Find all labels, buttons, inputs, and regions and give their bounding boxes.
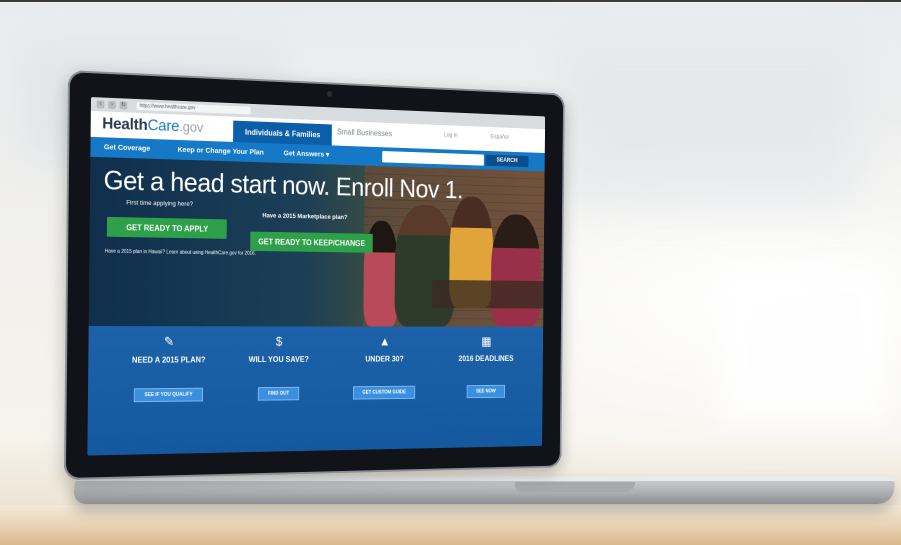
find-out-button[interactable]: FIND OUT — [257, 386, 300, 401]
table-surface — [0, 505, 901, 545]
nav-get-coverage[interactable]: Get Coverage — [104, 142, 150, 152]
card-will-you-save: $ WILL YOU SAVE? FIND OUT — [229, 332, 328, 401]
card-title: NEED A 2015 PLAN? — [131, 355, 206, 365]
laptop-base-lip — [75, 476, 896, 481]
login-link[interactable]: Log in — [444, 133, 458, 139]
dollar-icon: $ — [275, 334, 283, 349]
laptop-base-notch — [513, 482, 636, 492]
tab-small-businesses[interactable]: Small Businesses — [337, 128, 392, 139]
returning-question: Have a 2015 Marketplace plan? — [262, 212, 348, 222]
card-title: UNDER 30? — [365, 354, 404, 364]
espanol-link[interactable]: Español — [491, 134, 509, 140]
logo-health: Health — [102, 115, 148, 134]
feature-panel: ✎ NEED A 2015 PLAN? SEE IF YOU QUALIFY $… — [87, 326, 544, 456]
background-window — [560, 43, 860, 203]
nav-keep-change-plan[interactable]: Keep or Change Your Plan — [178, 145, 264, 157]
calendar-icon: ▦ — [481, 334, 492, 349]
pencil-icon: ✎ — [163, 334, 175, 349]
webcam — [326, 90, 333, 97]
see-now-button[interactable]: SEE NOW — [466, 384, 505, 399]
logo-care: Care — [147, 117, 180, 136]
reload-button[interactable]: ↻ — [119, 101, 128, 110]
first-time-question: First time applying here? — [126, 199, 194, 208]
get-ready-to-apply-button[interactable]: GET READY TO APPLY — [106, 216, 227, 239]
get-custom-guide-button[interactable]: GET CUSTOM GUIDE — [352, 385, 416, 400]
forward-button[interactable]: › — [108, 100, 116, 110]
nav-get-answers[interactable]: Get Answers ▾ — [284, 149, 330, 159]
laptop-screen: ‹ › ↻ https://www.healthcare.gov HealthC… — [87, 97, 546, 456]
logo-gov: .gov — [179, 118, 204, 136]
get-ready-to-keep-change-button[interactable]: GET READY TO KEEP/CHANGE — [250, 231, 373, 253]
card-need-plan: ✎ NEED A 2015 PLAN? SEE IF YOU QUALIFY — [117, 332, 221, 403]
laptop-base — [72, 476, 896, 504]
person-photo — [394, 204, 456, 327]
laptop-lid: ‹ › ↻ https://www.healthcare.gov HealthC… — [63, 70, 565, 481]
road-icon: ▲ — [379, 334, 391, 349]
hawaii-note-link[interactable]: Have a 2015 plan in Hawaii? Learn about … — [105, 249, 256, 257]
search-button[interactable]: SEARCH — [485, 154, 529, 168]
top-rule — [0, 0, 901, 2]
bench-photo — [432, 279, 544, 309]
search-input[interactable] — [382, 151, 484, 166]
card-deadlines: ▦ 2016 DEADLINES SEE NOW — [440, 332, 532, 399]
hero-banner: Get a head start now. Enroll Nov 1. Firs… — [88, 156, 545, 327]
card-title: WILL YOU SAVE? — [248, 355, 309, 365]
card-under-30: ▲ UNDER 30? GET CUSTOM GUIDE — [336, 332, 432, 400]
background-light — [720, 263, 890, 423]
person-photo — [490, 213, 541, 327]
healthcare-logo[interactable]: HealthCare.gov — [102, 115, 203, 137]
back-button[interactable]: ‹ — [96, 100, 105, 109]
card-title: 2016 DEADLINES — [458, 354, 514, 363]
see-if-you-qualify-button[interactable]: SEE IF YOU QUALIFY — [134, 387, 203, 403]
